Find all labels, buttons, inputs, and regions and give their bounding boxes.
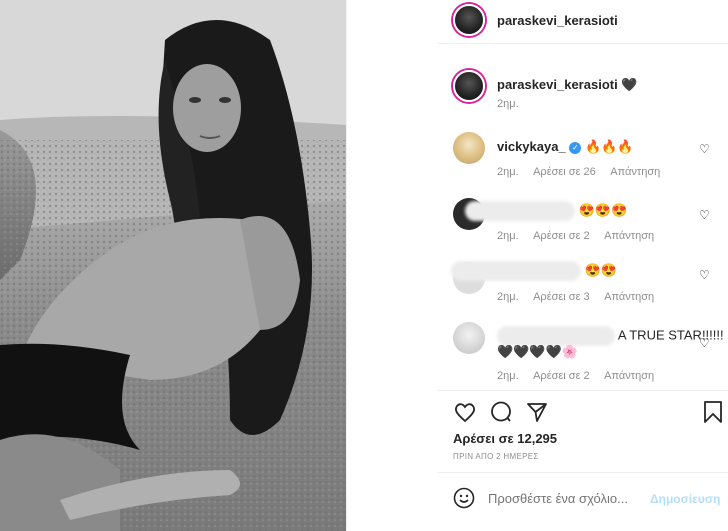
comment-text-line2: 🖤🖤🖤🖤🌸 bbox=[497, 343, 578, 360]
post-photo bbox=[0, 0, 346, 531]
blurred-username bbox=[451, 261, 581, 281]
comment-likes[interactable]: Αρέσει σε 2 bbox=[533, 370, 590, 382]
blurred-username bbox=[465, 201, 575, 221]
comment-text: 😍😍 bbox=[451, 261, 617, 281]
comment-time[interactable]: 2ημ. bbox=[497, 166, 519, 178]
caption-username[interactable]: paraskevi_kerasioti bbox=[497, 77, 618, 92]
comment-like-heart-icon[interactable]: ♡ bbox=[699, 208, 710, 222]
comment-body: 😍😍 bbox=[584, 262, 617, 278]
commenter-avatar[interactable] bbox=[453, 132, 485, 164]
comment-input[interactable] bbox=[488, 491, 638, 506]
commenter-username[interactable]: vickykaya_ bbox=[497, 139, 566, 154]
share-icon[interactable] bbox=[525, 400, 549, 424]
actions-divider bbox=[437, 390, 728, 391]
reply-button[interactable]: Απάντηση bbox=[604, 230, 654, 242]
caption-text: paraskevi_kerasioti 🖤 bbox=[497, 76, 638, 93]
comment-meta: 2ημ. Αρέσει σε 3 Απάντηση bbox=[497, 291, 666, 303]
comment-like-heart-icon[interactable]: ♡ bbox=[699, 336, 710, 350]
caption-avatar[interactable] bbox=[453, 70, 485, 102]
comment-like-heart-icon[interactable]: ♡ bbox=[699, 142, 710, 156]
comment-likes[interactable]: Αρέσει σε 2 bbox=[533, 230, 590, 242]
comment-body: 🔥🔥🔥 bbox=[584, 139, 634, 154]
comment-body: 😍😍😍 bbox=[578, 202, 628, 218]
header-divider bbox=[437, 43, 728, 44]
post-date[interactable]: ΠΡΙΝ ΑΠΟ 2 ΗΜΕΡΕΣ bbox=[453, 452, 539, 461]
caption-time[interactable]: 2ημ. bbox=[497, 98, 519, 110]
comment-like-heart-icon[interactable]: ♡ bbox=[699, 268, 710, 282]
reply-button[interactable]: Απάντηση bbox=[604, 291, 654, 303]
reply-button[interactable]: Απάντηση bbox=[610, 166, 660, 178]
reply-button[interactable]: Απάντηση bbox=[604, 370, 654, 382]
bookmark-icon[interactable] bbox=[702, 400, 724, 424]
comment-icon[interactable] bbox=[489, 400, 513, 424]
comment-text: 😍😍😍 bbox=[465, 201, 627, 221]
post-side-panel: paraskevi_kerasioti paraskevi_kerasioti … bbox=[347, 0, 728, 531]
caption-body: 🖤 bbox=[621, 77, 638, 92]
comment-time[interactable]: 2ημ. bbox=[497, 370, 519, 382]
comment-time[interactable]: 2ημ. bbox=[497, 230, 519, 242]
commenter-avatar[interactable] bbox=[453, 322, 485, 354]
comment-meta: 2ημ. Αρέσει σε 2 Απάντηση bbox=[497, 230, 666, 242]
verified-badge-icon: ✓ bbox=[569, 141, 582, 154]
comment-likes[interactable]: Αρέσει σε 26 bbox=[533, 166, 596, 178]
comment-text: vickykaya_ ✓ 🔥🔥🔥 bbox=[497, 138, 634, 155]
caption-meta: 2ημ. bbox=[497, 98, 531, 110]
like-count[interactable]: Αρέσει σε 12,295 bbox=[453, 431, 557, 446]
author-avatar[interactable] bbox=[453, 4, 485, 36]
comment-meta: 2ημ. Αρέσει σε 2 Απάντηση bbox=[497, 370, 666, 382]
post-comment-button[interactable]: Δημοσίευση bbox=[650, 492, 720, 506]
author-username[interactable]: paraskevi_kerasioti bbox=[497, 13, 618, 28]
comment-time[interactable]: 2ημ. bbox=[497, 291, 519, 303]
comment-meta: 2ημ. Αρέσει σε 26 Απάντηση bbox=[497, 166, 672, 178]
comment-likes[interactable]: Αρέσει σε 3 bbox=[533, 291, 590, 303]
like-heart-icon[interactable] bbox=[453, 400, 477, 424]
post-header: paraskevi_kerasioti bbox=[347, 0, 728, 43]
comment-box-divider bbox=[437, 472, 728, 473]
comment-body-emojis: 🖤🖤🖤🖤🌸 bbox=[497, 344, 578, 359]
smile-icon[interactable] bbox=[453, 487, 475, 514]
